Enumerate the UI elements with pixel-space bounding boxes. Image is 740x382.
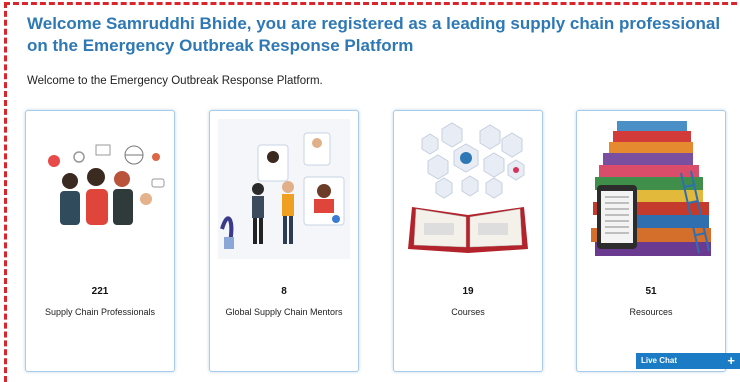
card-supply-chain-professionals[interactable]: 221 Supply Chain Professionals (25, 110, 175, 372)
card-resources[interactable]: 51 Resources (576, 110, 726, 372)
card-count: 8 (281, 286, 287, 297)
plus-icon: + (727, 353, 735, 368)
card-count: 221 (91, 286, 109, 297)
card-label: Global Supply Chain Mentors (225, 307, 343, 317)
intro-text: Welcome to the Emergency Outbreak Respon… (27, 75, 323, 87)
card-global-supply-chain-mentors[interactable]: 8 Global Supply Chain Mentors (209, 110, 359, 372)
card-courses[interactable]: 19 Courses (393, 110, 543, 372)
card-count: 19 (462, 286, 474, 297)
card-label: Courses (451, 307, 485, 317)
page-title: Welcome Samruddhi Bhide, you are registe… (27, 14, 721, 55)
open-book-illustration-icon (408, 122, 528, 253)
live-chat-label: Live Chat (641, 356, 678, 365)
card-label: Resources (629, 307, 673, 317)
card-count: 51 (645, 286, 657, 297)
team-illustration-icon (48, 144, 165, 225)
book-stack-illustration-icon (591, 121, 711, 256)
card-label: Supply Chain Professionals (44, 307, 156, 317)
mentor-illustration-icon (218, 119, 350, 259)
